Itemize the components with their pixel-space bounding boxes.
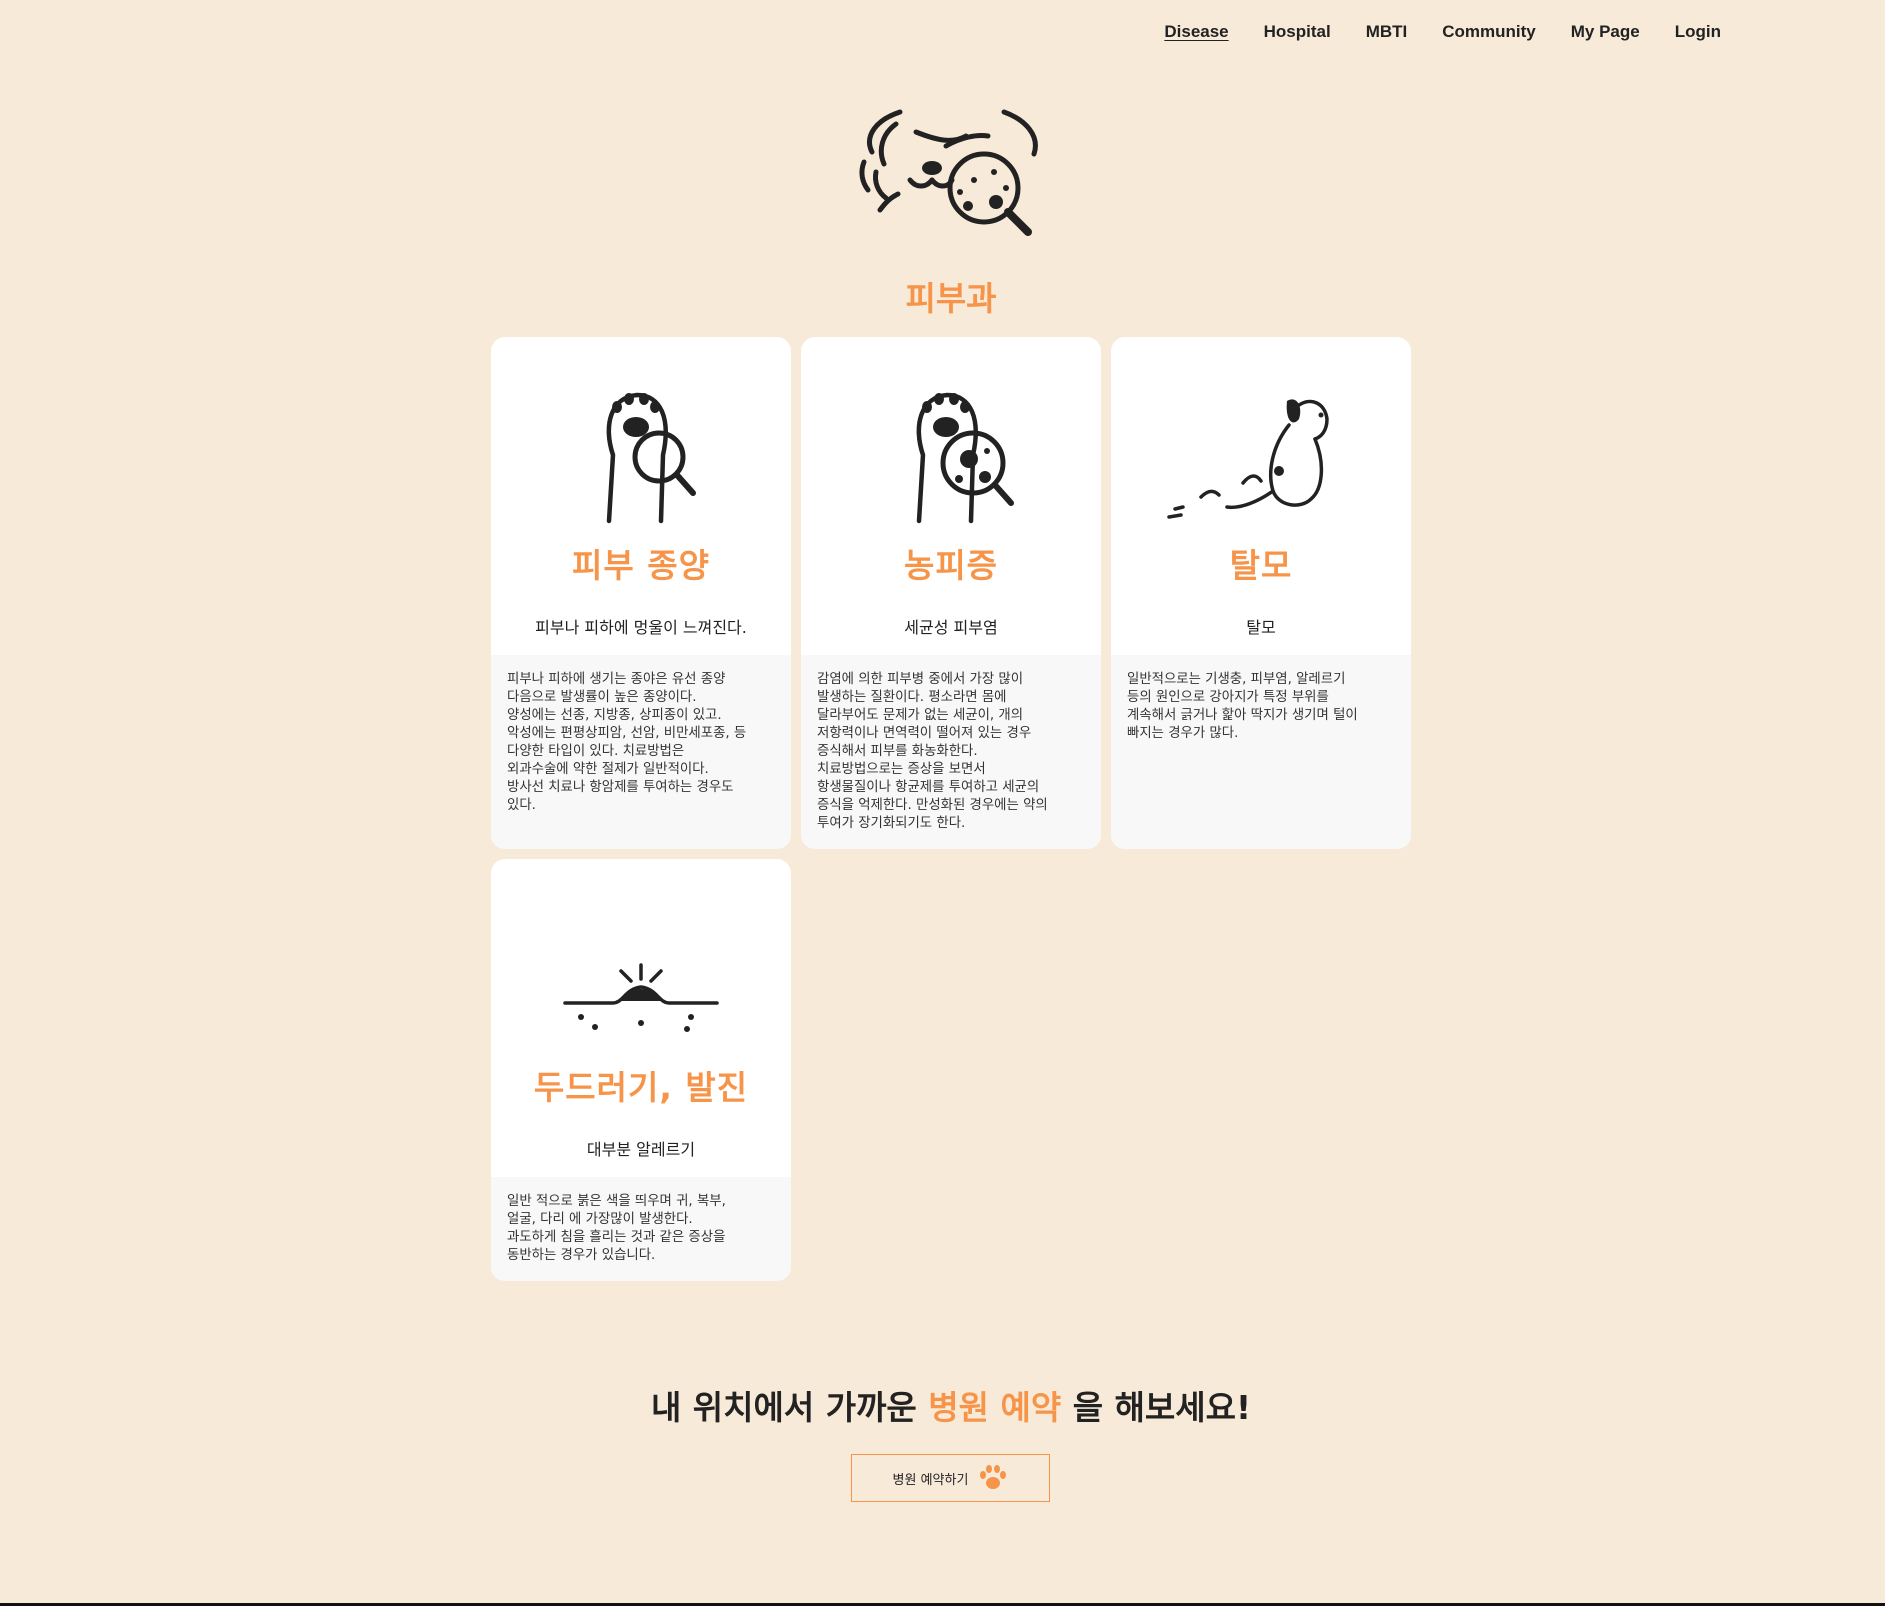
booking-cta-text: 내 위치에서 가까운 병원 예약 을 해보세요!	[0, 1381, 1885, 1429]
card-description: 감염에 의한 피부병 중에서 가장 많이 발생하는 질환이다. 평소라면 몸에 …	[801, 655, 1101, 849]
disease-card-hives-rash[interactable]: 두드러기, 발진 대부분 알레르기 일반 적으로 붉은 색을 띄우며 귀, 복부…	[491, 859, 791, 1281]
book-hospital-label: 병원 예약하기	[892, 1472, 969, 1488]
card-description: 일반 적으로 붉은 색을 띄우며 귀, 복부, 얼굴, 다리 에 가장많이 발생…	[491, 1177, 791, 1281]
card-subtitle: 대부분 알레르기	[586, 1140, 696, 1159]
card-title: 탈모	[1229, 546, 1293, 585]
nav-disease[interactable]: Disease	[1164, 22, 1228, 42]
card-description: 일반적으로는 기생충, 피부염, 알레르기 등의 원인으로 강아지가 특정 부위…	[1111, 655, 1411, 849]
paw-bacteria-icon	[916, 392, 1014, 524]
dog-magnifier-logo-icon	[859, 109, 1038, 236]
top-nav: Disease Hospital MBTI Community My Page …	[1164, 22, 1721, 42]
paw-magnifier-icon	[606, 392, 696, 524]
card-header: 탈모 탈모	[1111, 337, 1411, 655]
nav-login[interactable]: Login	[1675, 22, 1721, 42]
card-title: 두드러기, 발진	[533, 1068, 749, 1107]
card-header: 두드러기, 발진 대부분 알레르기	[491, 859, 791, 1177]
section-title: 피부과	[905, 279, 997, 318]
book-hospital-button[interactable]: 병원 예약하기	[851, 1454, 1050, 1502]
disease-card-pyoderma[interactable]: 농피증 세균성 피부염 감염에 의한 피부병 중에서 가장 많이 발생하는 질환…	[801, 337, 1101, 849]
card-header: 농피증 세균성 피부염	[801, 337, 1101, 655]
nav-hospital[interactable]: Hospital	[1264, 22, 1331, 42]
card-title: 농피증	[903, 546, 999, 585]
card-subtitle: 세균성 피부염	[904, 618, 998, 637]
nav-mbti[interactable]: MBTI	[1366, 22, 1408, 42]
card-subtitle: 탈모	[1246, 618, 1276, 637]
cta-highlight: 병원 예약	[928, 1388, 1062, 1427]
card-description: 피부나 피하에 생기는 종야은 유선 종양 다음으로 발생률이 높은 종양이다.…	[491, 655, 791, 849]
card-title: 피부 종양	[572, 546, 710, 585]
cta-text-before: 내 위치에서 가까운	[650, 1388, 929, 1427]
scratching-dog-icon	[1167, 399, 1329, 519]
skin-bump-icon	[563, 963, 719, 1032]
cta-text-after: 을 해보세요!	[1061, 1388, 1252, 1427]
nav-my-page[interactable]: My Page	[1571, 22, 1640, 42]
card-header: 피부 종양 피부나 피하에 멍울이 느껴진다.	[491, 337, 791, 655]
disease-card-hair-loss[interactable]: 탈모 탈모 일반적으로는 기생충, 피부염, 알레르기 등의 원인으로 강아지가…	[1111, 337, 1411, 849]
nav-community[interactable]: Community	[1442, 22, 1536, 42]
disease-card-skin-tumor[interactable]: 피부 종양 피부나 피하에 멍울이 느껴진다. 피부나 피하에 생기는 종야은 …	[491, 337, 791, 849]
paw-icon	[980, 1465, 1007, 1489]
card-subtitle: 피부나 피하에 멍울이 느껴진다.	[535, 618, 747, 637]
